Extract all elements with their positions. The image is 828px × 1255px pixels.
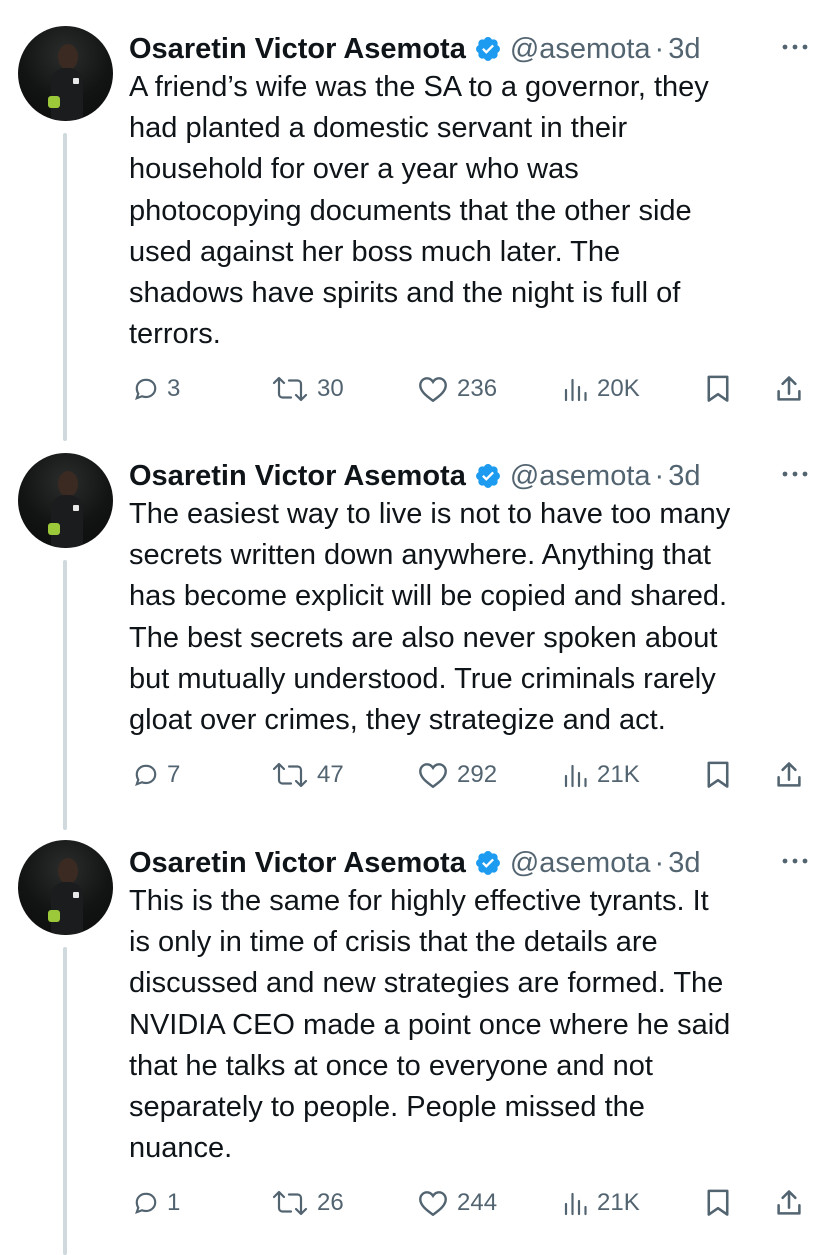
avatar[interactable] [18, 26, 113, 121]
action-bar: 1 26 244 21K [129, 1183, 810, 1223]
views-icon [563, 1190, 589, 1216]
timestamp[interactable]: 3d [668, 847, 700, 880]
bookmark-button[interactable] [705, 755, 731, 795]
repost-count: 26 [317, 1189, 344, 1217]
reply-count: 1 [167, 1189, 181, 1217]
author-handle[interactable]: @asemota [510, 460, 651, 493]
separator: · [654, 846, 665, 879]
like-icon [417, 1189, 449, 1217]
like-count: 236 [457, 375, 498, 403]
verified-badge-icon [474, 35, 502, 63]
views-count: 21K [597, 761, 640, 789]
tweet-text: This is the same for highly effective ty… [129, 885, 731, 1165]
share-icon [775, 1188, 803, 1218]
bookmark-icon [705, 1188, 731, 1218]
bookmark-button[interactable] [705, 369, 731, 409]
more-icon[interactable] [780, 29, 810, 65]
share-icon [775, 760, 803, 790]
author-handle[interactable]: @asemota [510, 847, 651, 880]
tweet-text: A friend’s wife was the SA to a governor… [129, 71, 709, 351]
bookmark-icon [705, 374, 731, 404]
repost-button[interactable]: 47 [271, 755, 344, 795]
avatar[interactable] [18, 453, 113, 548]
verified-badge-icon [474, 462, 502, 490]
tweet-text: The easiest way to live is not to have t… [129, 498, 731, 737]
like-button[interactable]: 292 [417, 755, 497, 795]
repost-count: 47 [317, 761, 344, 789]
repost-button[interactable]: 26 [271, 1183, 344, 1223]
like-icon [417, 375, 449, 403]
reply-icon [133, 762, 159, 788]
bookmark-button[interactable] [705, 1183, 731, 1223]
separator: · [654, 459, 665, 492]
more-icon[interactable] [780, 456, 810, 492]
verified-badge-icon [474, 849, 502, 877]
share-icon [775, 374, 803, 404]
like-button[interactable]: 236 [417, 369, 497, 409]
thread-line [63, 560, 67, 830]
reply-button[interactable]: 7 [133, 755, 180, 795]
share-button[interactable] [775, 755, 803, 795]
views-button[interactable]: 20K [563, 369, 640, 409]
reply-button[interactable]: 3 [133, 369, 180, 409]
tweet-header: Osaretin Victor Asemota @asemota · 3d [129, 456, 810, 496]
avatar[interactable] [18, 840, 113, 935]
author-name[interactable]: Osaretin Victor Asemota [129, 460, 466, 493]
views-icon [563, 762, 589, 788]
timestamp[interactable]: 3d [668, 33, 700, 66]
repost-icon [271, 1190, 309, 1216]
thread-line [63, 947, 67, 1255]
like-count: 292 [457, 761, 498, 789]
reply-button[interactable]: 1 [133, 1183, 180, 1223]
reply-count: 7 [167, 761, 181, 789]
reply-count: 3 [167, 375, 181, 403]
repost-icon [271, 762, 309, 788]
tweet-header: Osaretin Victor Asemota @asemota · 3d [129, 29, 810, 69]
like-button[interactable]: 244 [417, 1183, 497, 1223]
author-handle[interactable]: @asemota [510, 33, 651, 66]
views-icon [563, 376, 589, 402]
timestamp[interactable]: 3d [668, 460, 700, 493]
bookmark-icon [705, 760, 731, 790]
action-bar: 3 30 236 20K [129, 369, 810, 409]
tweet-header: Osaretin Victor Asemota @asemota · 3d [129, 843, 810, 883]
views-button[interactable]: 21K [563, 755, 640, 795]
thread-line [63, 133, 67, 441]
repost-icon [271, 376, 309, 402]
like-icon [417, 761, 449, 789]
author-name[interactable]: Osaretin Victor Asemota [129, 33, 466, 66]
share-button[interactable] [775, 369, 803, 409]
like-count: 244 [457, 1189, 498, 1217]
more-icon[interactable] [780, 843, 810, 879]
views-count: 20K [597, 375, 640, 403]
repost-button[interactable]: 30 [271, 369, 344, 409]
share-button[interactable] [775, 1183, 803, 1223]
author-name[interactable]: Osaretin Victor Asemota [129, 847, 466, 880]
views-count: 21K [597, 1189, 640, 1217]
repost-count: 30 [317, 375, 344, 403]
views-button[interactable]: 21K [563, 1183, 640, 1223]
reply-icon [133, 1190, 159, 1216]
action-bar: 7 47 292 21K [129, 755, 810, 795]
reply-icon [133, 376, 159, 402]
separator: · [654, 32, 665, 65]
